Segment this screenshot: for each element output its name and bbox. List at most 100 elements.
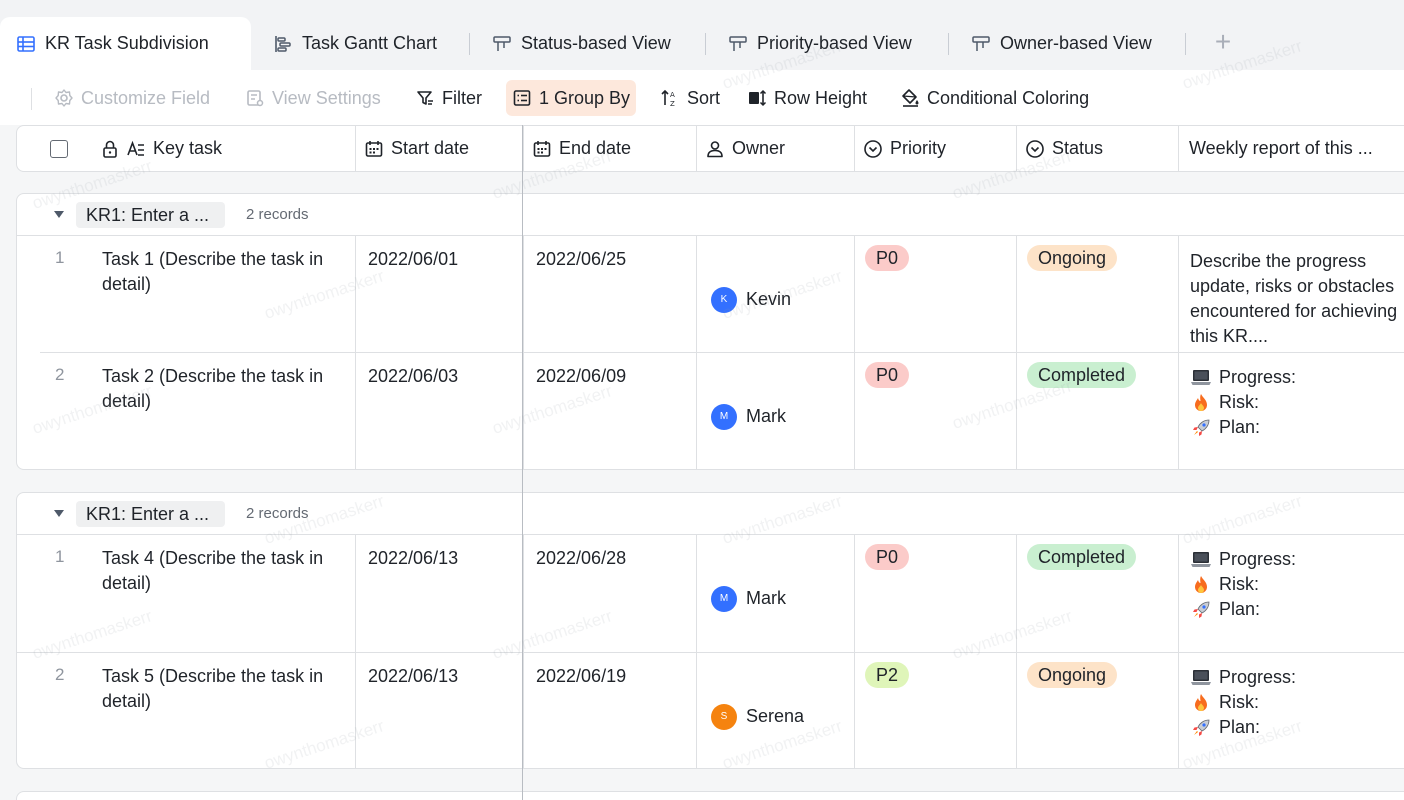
end-date-cell[interactable]: 2022/06/19 bbox=[524, 653, 697, 768]
weekly-plan-line: Plan: bbox=[1190, 415, 1404, 440]
weekly-risk-line: Risk: bbox=[1190, 690, 1404, 715]
start-date-cell[interactable]: 2022/06/03 bbox=[356, 353, 524, 469]
weekly-progress-line: Progress: bbox=[1190, 665, 1404, 690]
status-cell[interactable]: Completed bbox=[1017, 353, 1179, 469]
owner-cell[interactable]: M Mark bbox=[697, 535, 855, 652]
status-cell[interactable]: Completed bbox=[1017, 535, 1179, 652]
toolbar-label: Row Height bbox=[774, 87, 868, 108]
start-date-cell[interactable]: 2022/06/13 bbox=[356, 653, 524, 768]
priority-tag: P0 bbox=[865, 362, 910, 388]
weekly-report-cell[interactable]: Progress: Risk: Plan: bbox=[1179, 353, 1404, 469]
collapse-caret-icon[interactable] bbox=[54, 510, 64, 517]
tab-kr-task-subdivision[interactable]: KR Task Subdivision bbox=[0, 17, 251, 70]
table-row[interactable]: 1 Task 4 (Describe the task in detail) 2… bbox=[17, 535, 1404, 652]
fire-icon bbox=[1190, 693, 1212, 713]
select-all-checkbox[interactable] bbox=[50, 139, 68, 158]
owner-cell[interactable]: M Mark bbox=[697, 353, 855, 469]
end-date-cell[interactable]: 2022/06/09 bbox=[524, 353, 697, 469]
tab-label: KR Task Subdivision bbox=[45, 33, 209, 53]
filter-button[interactable]: Filter bbox=[409, 80, 488, 116]
tab-owner-based-view[interactable]: Owner-based View bbox=[971, 17, 1152, 70]
end-date-cell[interactable]: 2022/06/28 bbox=[524, 535, 697, 652]
svg-text:Z: Z bbox=[670, 100, 675, 108]
view-toolbar: Customize Field View Settings Filter 1 G… bbox=[0, 70, 1404, 125]
tab-task-gantt-chart[interactable]: Task Gantt Chart bbox=[273, 17, 437, 70]
weekly-plan-line: Plan: bbox=[1190, 715, 1404, 740]
column-header-status[interactable]: Status bbox=[1017, 126, 1179, 171]
text-field-icon bbox=[127, 140, 144, 156]
group-record-count: 2 records bbox=[246, 505, 309, 522]
priority-cell[interactable]: P0 bbox=[855, 535, 1017, 652]
row-height-icon bbox=[749, 89, 767, 107]
gear-icon bbox=[55, 89, 73, 107]
laptop-icon bbox=[1190, 550, 1212, 570]
toolbar-divider bbox=[31, 88, 32, 110]
avatar: M bbox=[711, 585, 737, 612]
owner-name: Kevin bbox=[746, 289, 792, 309]
view-settings-button[interactable]: View Settings bbox=[239, 80, 387, 116]
key-task-cell[interactable]: Task 2 (Describe the task in detail) bbox=[17, 353, 356, 469]
weekly-line-label: Risk: bbox=[1219, 692, 1259, 712]
weekly-risk-line: Risk: bbox=[1190, 390, 1404, 415]
column-header-weekly-report[interactable]: Weekly report of this ... bbox=[1179, 126, 1404, 171]
select-all-cell bbox=[17, 126, 101, 171]
priority-cell[interactable]: P2 bbox=[855, 653, 1017, 768]
status-cell[interactable]: Ongoing bbox=[1017, 236, 1179, 353]
group-by-button[interactable]: 1 Group By bbox=[506, 80, 637, 116]
conditional-coloring-button[interactable]: Conditional Coloring bbox=[894, 80, 1095, 116]
paint-bucket-icon bbox=[902, 89, 919, 107]
column-header-priority[interactable]: Priority bbox=[855, 126, 1017, 171]
collapse-caret-icon[interactable] bbox=[54, 211, 64, 218]
person-icon bbox=[707, 140, 723, 157]
weekly-line-label: Plan: bbox=[1219, 417, 1261, 437]
priority-cell[interactable]: P0 bbox=[855, 353, 1017, 469]
priority-tag: P2 bbox=[865, 662, 910, 688]
key-task-cell[interactable]: Task 1 (Describe the task in detail) bbox=[17, 236, 356, 353]
group-header[interactable]: KR1: Enter a ... 2 records bbox=[17, 194, 1404, 236]
frozen-column-divider[interactable] bbox=[522, 125, 523, 800]
start-date-cell[interactable]: 2022/06/13 bbox=[356, 535, 524, 652]
weekly-report-cell[interactable]: Describe the progress update, risks or o… bbox=[1179, 236, 1404, 353]
group-label: KR1: Enter a ... bbox=[76, 202, 225, 228]
laptop-icon bbox=[1190, 368, 1212, 388]
table-row[interactable]: 2 Task 2 (Describe the task in detail) 2… bbox=[17, 352, 1404, 469]
calendar-icon bbox=[533, 140, 551, 157]
view-tabs-bar: KR Task Subdivision Task Gantt Chart Sta… bbox=[0, 0, 1404, 70]
start-date-cell[interactable]: 2022/06/01 bbox=[356, 236, 524, 353]
owner-cell[interactable]: S Serena bbox=[697, 653, 855, 768]
group-header[interactable]: KR1: Enter a ... 2 records bbox=[17, 493, 1404, 535]
customize-field-button[interactable]: Customize Field bbox=[48, 80, 216, 116]
laptop-icon bbox=[1190, 668, 1212, 688]
priority-cell[interactable]: P0 bbox=[855, 236, 1017, 353]
sort-button[interactable]: AZ Sort bbox=[654, 80, 726, 116]
column-header-key-task[interactable]: Key task bbox=[101, 126, 356, 171]
avatar: K bbox=[711, 286, 737, 313]
view-settings-icon bbox=[247, 90, 264, 107]
table-row[interactable]: 1 Task 1 (Describe the task in detail) 2… bbox=[17, 236, 1404, 353]
record-group: KR1: Enter a ... 2 records 1 Task 1 (Des… bbox=[16, 193, 1404, 470]
weekly-report-cell[interactable]: Progress: Risk: Plan: bbox=[1179, 535, 1404, 652]
add-view-button[interactable]: + bbox=[1210, 28, 1236, 56]
weekly-report-cell[interactable]: Progress: Risk: Plan: bbox=[1179, 653, 1404, 768]
column-header-start-date[interactable]: Start date bbox=[356, 126, 524, 171]
weekly-line-label: Plan: bbox=[1219, 599, 1261, 619]
weekly-line-label: Progress: bbox=[1219, 549, 1297, 569]
priority-tag: P0 bbox=[865, 544, 910, 570]
toolbar-label: View Settings bbox=[272, 87, 381, 108]
single-select-icon bbox=[864, 139, 882, 158]
end-date-cell[interactable]: 2022/06/25 bbox=[524, 236, 697, 353]
column-header-label: Start date bbox=[391, 138, 470, 158]
key-task-cell[interactable]: Task 5 (Describe the task in detail) bbox=[17, 653, 356, 768]
status-cell[interactable]: Ongoing bbox=[1017, 653, 1179, 768]
data-grid: Key task Start date End date Owner Prior… bbox=[0, 125, 1404, 800]
gantt-icon bbox=[275, 35, 291, 52]
tab-priority-based-view[interactable]: Priority-based View bbox=[728, 17, 912, 70]
row-height-button[interactable]: Row Height bbox=[741, 80, 873, 116]
table-row[interactable]: 2 Task 5 (Describe the task in detail) 2… bbox=[17, 652, 1404, 768]
record-group: KR1: Enter a ... 2 records 1 Task 4 (Des… bbox=[16, 492, 1404, 769]
column-header-owner[interactable]: Owner bbox=[697, 126, 855, 171]
owner-cell[interactable]: K Kevin bbox=[697, 236, 855, 353]
tab-status-based-view[interactable]: Status-based View bbox=[492, 17, 671, 70]
key-task-cell[interactable]: Task 4 (Describe the task in detail) bbox=[17, 535, 356, 652]
column-header-end-date[interactable]: End date bbox=[524, 126, 697, 171]
